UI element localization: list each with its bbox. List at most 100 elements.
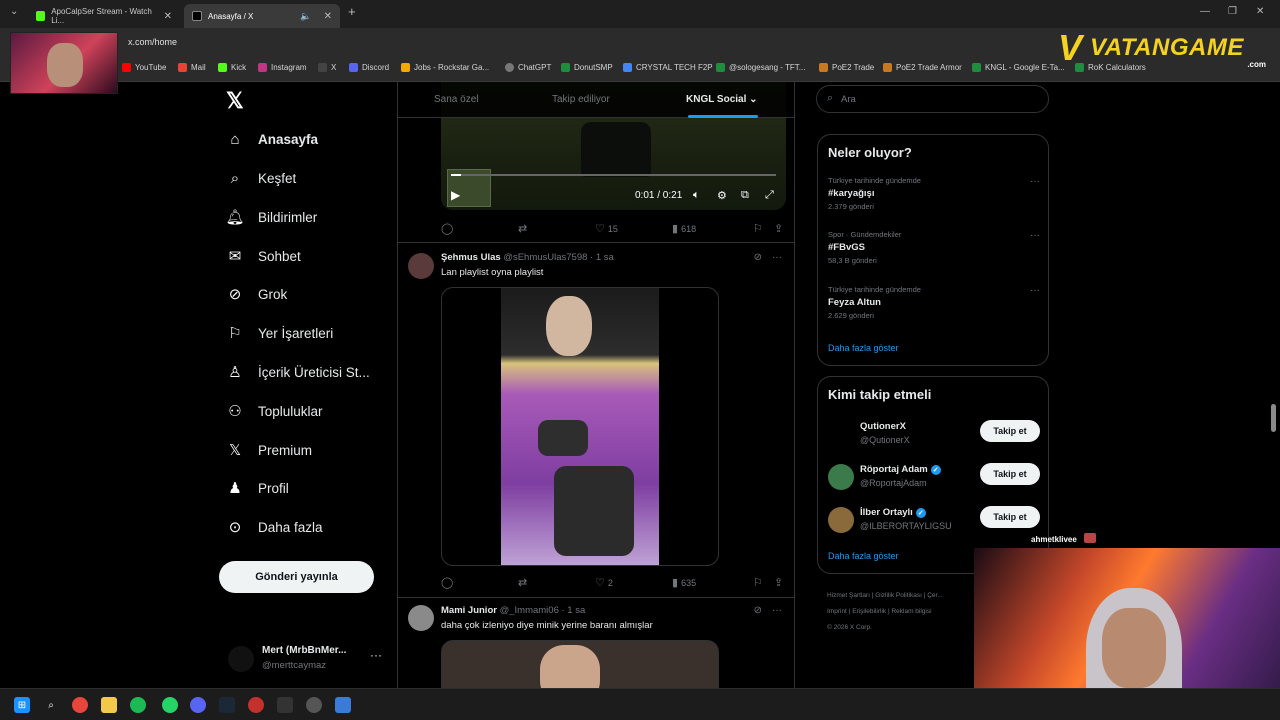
follow-button[interactable]: Takip et — [980, 463, 1040, 485]
footer-link[interactable]: Imprint — [827, 608, 847, 615]
reply-button[interactable]: ◯ — [441, 576, 453, 589]
bookmark-button[interactable]: ⚐ — [753, 576, 763, 589]
bookmark-item[interactable]: DonutSMP — [561, 63, 613, 72]
like-button[interactable]: ♡ 15 — [595, 222, 618, 235]
avatar[interactable] — [408, 605, 434, 631]
tweet-video[interactable] — [441, 287, 719, 566]
show-more-link[interactable]: Daha fazla göster — [828, 551, 899, 561]
volume-icon[interactable]: 🔈︎ — [693, 189, 700, 202]
browser-tab-stream[interactable]: ApoCalpSer Stream - Watch Li... ✕ — [28, 4, 180, 28]
follow-suggestion[interactable]: Röportaj Adam ✓ @RoportajAdam Takip et — [828, 462, 1040, 496]
nav-item-explore[interactable]: ⌕ Keşfet — [226, 169, 296, 187]
grok-icon[interactable]: ⊘ — [754, 605, 762, 616]
nav-item-home[interactable]: ⌂ Anasayfa — [226, 130, 318, 148]
footer-link[interactable]: Reklam bilgisi — [891, 608, 931, 615]
app-icon[interactable] — [335, 697, 351, 713]
tab-search-icon[interactable]: ⌄ — [10, 6, 18, 17]
trend-item[interactable]: Türkiye tarihinde gündemde #karyağışı 2.… — [828, 176, 1040, 211]
new-tab-icon[interactable]: + — [348, 4, 356, 19]
bookmark-item[interactable]: @sologesang - TFT... — [716, 63, 805, 72]
fullscreen-icon[interactable]: ⤢ — [765, 189, 774, 202]
nav-item-creator-studio[interactable]: ♙ İçerik Üreticisi St... — [226, 363, 370, 381]
video-progress-bar[interactable] — [451, 174, 776, 176]
account-switcher[interactable]: Mert (MrbBnMer... @merttcaymaz ··· — [228, 642, 388, 676]
window-close-icon[interactable]: ✕ — [1256, 6, 1264, 17]
settings-icon[interactable]: ⚙ — [717, 189, 727, 202]
post-button[interactable]: Gönderi yayınla — [219, 561, 374, 593]
minimize-icon[interactable]: — — [1200, 6, 1210, 17]
share-button[interactable]: ⇪ — [774, 222, 783, 235]
tab-following[interactable]: Takip ediliyor — [552, 94, 610, 105]
steam-icon[interactable] — [219, 697, 235, 713]
chrome-icon[interactable] — [72, 697, 88, 713]
trend-item[interactable]: Türkiye tarihinde gündemde Feyza Altun 2… — [828, 285, 1040, 320]
search-input[interactable]: ⌕ Ara — [816, 85, 1049, 113]
more-dots-icon[interactable]: ··· — [772, 252, 782, 263]
retweet-button[interactable]: ⇄ — [518, 576, 527, 589]
bookmark-item[interactable]: Mail — [178, 63, 206, 72]
nav-item-profile[interactable]: ♟ Profil — [226, 479, 289, 497]
trend-item[interactable]: Spor · Gündemdekiler #FBvGS 58,3 B gönde… — [828, 230, 1040, 265]
media-player-icon[interactable] — [248, 697, 264, 713]
scrollbar-thumb[interactable] — [1271, 404, 1276, 432]
views-button[interactable]: ▮ 635 — [672, 576, 696, 589]
nav-item-communities[interactable]: ⚇ Topluluklar — [226, 402, 322, 420]
browser-tab-x[interactable]: Anasayfa / X 🔈 ✕ — [184, 4, 340, 28]
nav-item-notifications[interactable]: 🔔︎ Bildirimler — [225, 208, 317, 226]
bookmark-item[interactable]: PoE2 Trade — [819, 63, 874, 72]
follow-button[interactable]: Takip et — [980, 420, 1040, 442]
file-explorer-icon[interactable] — [101, 697, 117, 713]
bookmark-item[interactable]: YouTube — [122, 63, 166, 72]
reply-button[interactable]: ◯ — [441, 222, 456, 235]
more-dots-icon[interactable]: ··· — [772, 605, 782, 616]
like-button[interactable]: ♡ 2 — [595, 576, 613, 589]
whatsapp-icon[interactable] — [162, 697, 178, 713]
bookmark-item[interactable]: KNGL - Google E-Ta... — [972, 63, 1065, 72]
more-dots-icon[interactable]: ··· — [1030, 176, 1040, 187]
spotify-icon[interactable] — [130, 697, 146, 713]
search-icon[interactable]: ⌕ — [43, 697, 59, 713]
bookmark-item[interactable]: Kick — [218, 63, 246, 72]
windows-start-icon[interactable]: ⊞ — [14, 697, 30, 713]
nav-item-more[interactable]: ⊙ Daha fazla — [226, 518, 323, 536]
bookmark-item[interactable]: Discord — [349, 63, 389, 72]
follow-suggestion[interactable]: QutionerX @QutionerX Takip et — [828, 419, 1040, 453]
footer-link[interactable]: Çer... — [927, 592, 943, 599]
app-icon[interactable] — [306, 697, 322, 713]
grok-icon[interactable]: ⊘ — [754, 252, 762, 263]
footer-link[interactable]: Gizlilik Politikası — [875, 592, 922, 599]
tweet-author-handle[interactable]: @sEhmusUlas7598 · 1 sa — [503, 252, 614, 263]
bookmark-item[interactable]: Instagram — [258, 63, 307, 72]
x-logo-icon[interactable]: 𝕏 — [226, 88, 244, 114]
views-button[interactable]: ▮ 618 — [672, 222, 696, 235]
more-dots-icon[interactable]: ··· — [1030, 285, 1040, 296]
maximize-icon[interactable]: ❐ — [1228, 6, 1237, 17]
more-dots-icon[interactable]: ··· — [370, 648, 382, 662]
share-button[interactable]: ⇪ — [774, 576, 783, 589]
close-icon[interactable]: ✕ — [164, 11, 172, 22]
tweet-author-handle[interactable]: @_Immami06 · 1 sa — [500, 605, 586, 616]
retweet-button[interactable]: ⇄ — [518, 222, 530, 235]
tweet-image[interactable] — [441, 640, 719, 688]
nav-item-messages[interactable]: ✉ Sohbet — [226, 247, 301, 265]
footer-link[interactable]: Hizmet Şartları — [827, 592, 870, 599]
follow-suggestion[interactable]: İlber Ortaylı ✓ @ILBERORTAYLIGSU Takip et — [828, 505, 1040, 539]
tab-for-you[interactable]: Sana özel — [434, 94, 478, 105]
tweet-author-name[interactable]: Şehmus Ulas — [441, 252, 501, 263]
tweet-author-name[interactable]: Mami Junior — [441, 605, 497, 616]
play-icon[interactable]: ▶ — [451, 188, 460, 202]
footer-link[interactable]: Erişilebilirlik — [852, 608, 886, 615]
bookmark-item[interactable]: CRYSTAL TECH F2P — [623, 63, 713, 72]
follow-button[interactable]: Takip et — [980, 506, 1040, 528]
pip-icon[interactable]: ⧉ — [741, 189, 749, 202]
bookmark-item[interactable]: Jobs - Rockstar Ga... — [401, 63, 489, 72]
bookmark-button[interactable]: ⚐ — [753, 222, 763, 235]
tab-kngl-social[interactable]: KNGL Social ⌄ — [686, 94, 758, 105]
url-field[interactable]: x.com/home — [128, 37, 177, 47]
nav-item-premium[interactable]: 𝕏 Premium — [226, 441, 312, 459]
bookmark-item[interactable]: X — [318, 63, 336, 72]
close-icon[interactable]: ✕ — [324, 11, 332, 22]
more-dots-icon[interactable]: ··· — [1030, 230, 1040, 241]
obs-icon[interactable] — [277, 697, 293, 713]
bookmark-item[interactable]: ChatGPT — [505, 63, 551, 72]
